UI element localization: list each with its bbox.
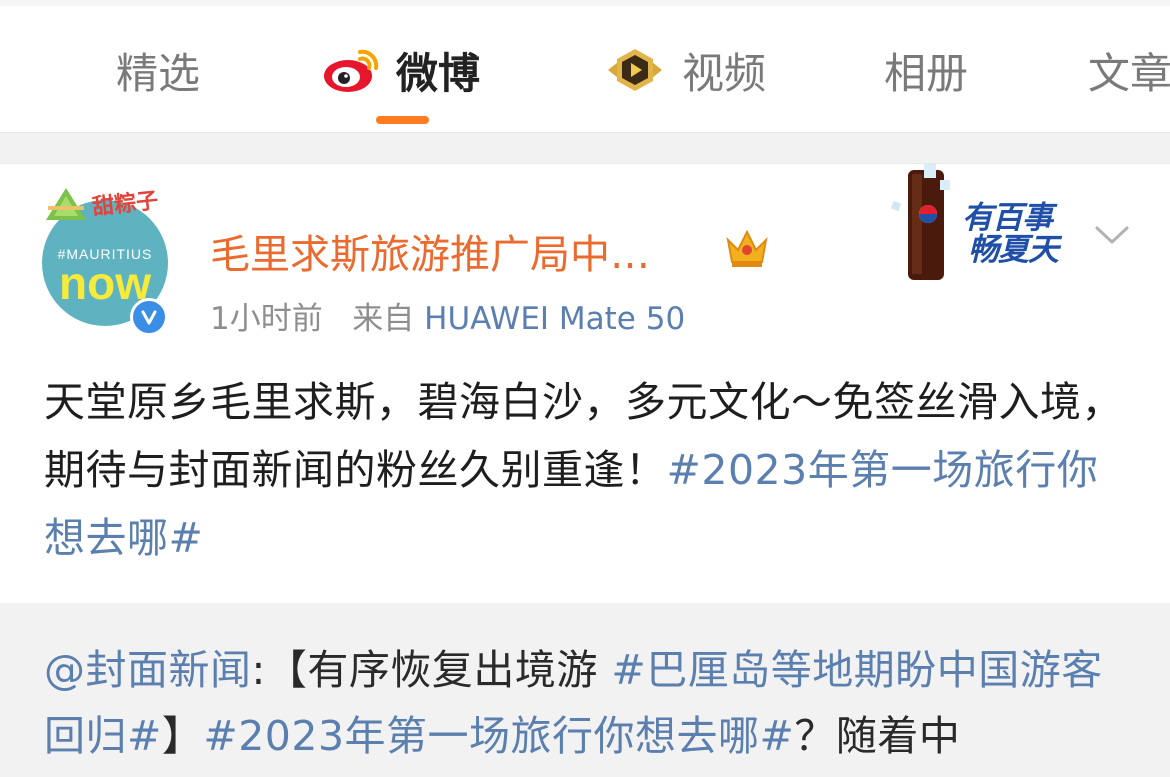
tab-label: 相册 bbox=[884, 48, 969, 98]
post-time: 1小时前 bbox=[210, 301, 323, 337]
avatar-pendant: 甜粽子 bbox=[44, 186, 159, 230]
post-device[interactable]: HUAWEI Mate 50 bbox=[424, 301, 685, 337]
repost-text-part: ？随着中 bbox=[794, 712, 961, 760]
repost-text: @封面新闻:【有序恢复出境游 #巴厘岛等地期盼中国游客回归#】#2023年第一场… bbox=[44, 637, 1134, 769]
tab-album[interactable]: 相册 bbox=[884, 40, 968, 100]
section-gap bbox=[0, 133, 1170, 164]
tab-weibo[interactable]: 微博 bbox=[322, 40, 480, 100]
chevron-down-icon[interactable] bbox=[1094, 224, 1130, 250]
zongzi-icon bbox=[46, 188, 86, 220]
post-meta: 1小时前 来自 HUAWEI Mate 50 bbox=[210, 293, 685, 338]
verified-check-icon bbox=[130, 298, 168, 336]
active-tab-indicator bbox=[376, 116, 429, 124]
crown-level-icon: 4 bbox=[724, 226, 770, 274]
tab-featured[interactable]: 精选 bbox=[116, 40, 200, 100]
avatar-pendant-label: 甜粽子 bbox=[91, 188, 160, 221]
repost-text-part: :【有序恢复出境游 bbox=[251, 646, 612, 694]
tab-label: 精选 bbox=[116, 48, 201, 98]
repost-hashtag-2[interactable]: #2023年第一场旅行你想去哪# bbox=[203, 712, 794, 760]
repost-text-part: 】 bbox=[161, 712, 204, 760]
weibo-logo-icon bbox=[322, 46, 380, 94]
tab-label: 文章 bbox=[1088, 48, 1170, 98]
username[interactable]: 毛里求斯旅游推广局中… bbox=[210, 222, 650, 280]
ad-banner[interactable]: 有百事 畅夏天 bbox=[884, 164, 1084, 284]
post-text: 天堂原乡毛里求斯，碧海白沙，多元文化～免签丝滑入境，期待与封面新闻的粉丝久别重逢… bbox=[44, 368, 1134, 572]
video-play-badge-icon bbox=[604, 46, 666, 94]
profile-tab-bar: 精选 微博 视频 相册 文章 bbox=[0, 6, 1170, 133]
repost-card[interactable]: @封面新闻:【有序恢复出境游 #巴厘岛等地期盼中国游客回归#】#2023年第一场… bbox=[0, 603, 1170, 777]
svg-text:4: 4 bbox=[762, 257, 769, 270]
tab-video[interactable]: 视频 bbox=[604, 40, 766, 100]
tab-label: 视频 bbox=[682, 48, 767, 98]
post-source-prefix: 来自 bbox=[352, 301, 415, 337]
ad-slogan-2: 畅夏天 bbox=[968, 232, 1059, 268]
tab-label: 微博 bbox=[396, 48, 481, 98]
tab-article[interactable]: 文章 bbox=[1088, 40, 1170, 100]
cola-glass-icon bbox=[890, 164, 950, 280]
repost-mention[interactable]: @封面新闻 bbox=[44, 646, 252, 694]
